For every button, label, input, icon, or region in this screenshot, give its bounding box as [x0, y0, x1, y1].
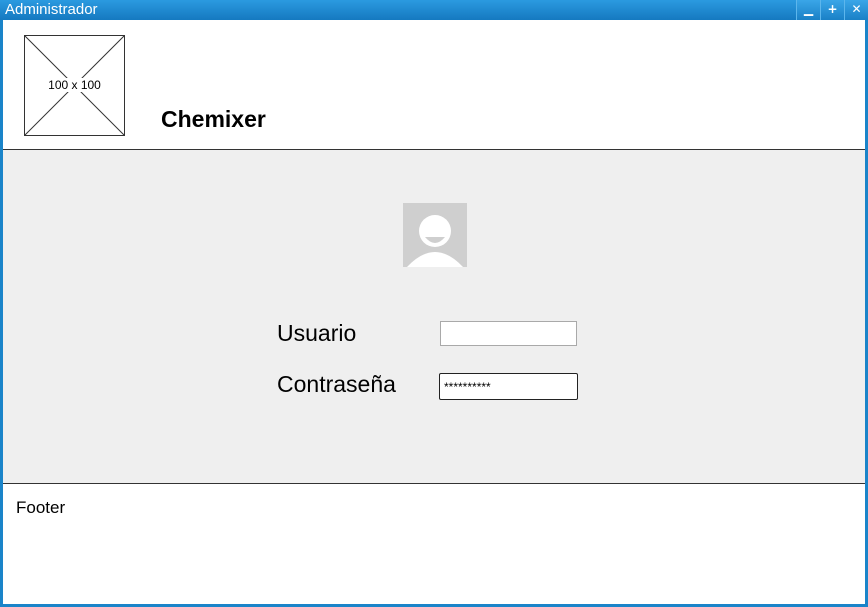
window-controls: ▁ + ✕ [796, 0, 868, 20]
page-header: 100 x 100 Chemixer [3, 20, 865, 150]
app-window: Administrador ▁ + ✕ 100 x 100 Chemixer U… [0, 0, 868, 607]
page-footer: Footer [3, 484, 865, 604]
title-bar[interactable]: Administrador ▁ + ✕ [0, 0, 868, 20]
window-title: Administrador [5, 1, 98, 18]
logo-placeholder-label: 100 x 100 [47, 78, 102, 92]
user-avatar-icon [403, 203, 467, 267]
password-label: Contraseña [277, 371, 396, 397]
password-input[interactable] [439, 373, 578, 400]
brand-title: Chemixer [161, 106, 266, 132]
footer-text: Footer [16, 498, 66, 517]
window-content: 100 x 100 Chemixer Usuario Contraseña **… [3, 20, 865, 604]
maximize-button[interactable]: + [820, 0, 844, 20]
close-button[interactable]: ✕ [844, 0, 868, 20]
minimize-button[interactable]: ▁ [796, 0, 820, 20]
username-input[interactable] [440, 321, 577, 346]
logo-image-placeholder: 100 x 100 [24, 35, 125, 136]
login-panel: Usuario Contraseña [3, 150, 865, 484]
username-label: Usuario [277, 320, 357, 346]
